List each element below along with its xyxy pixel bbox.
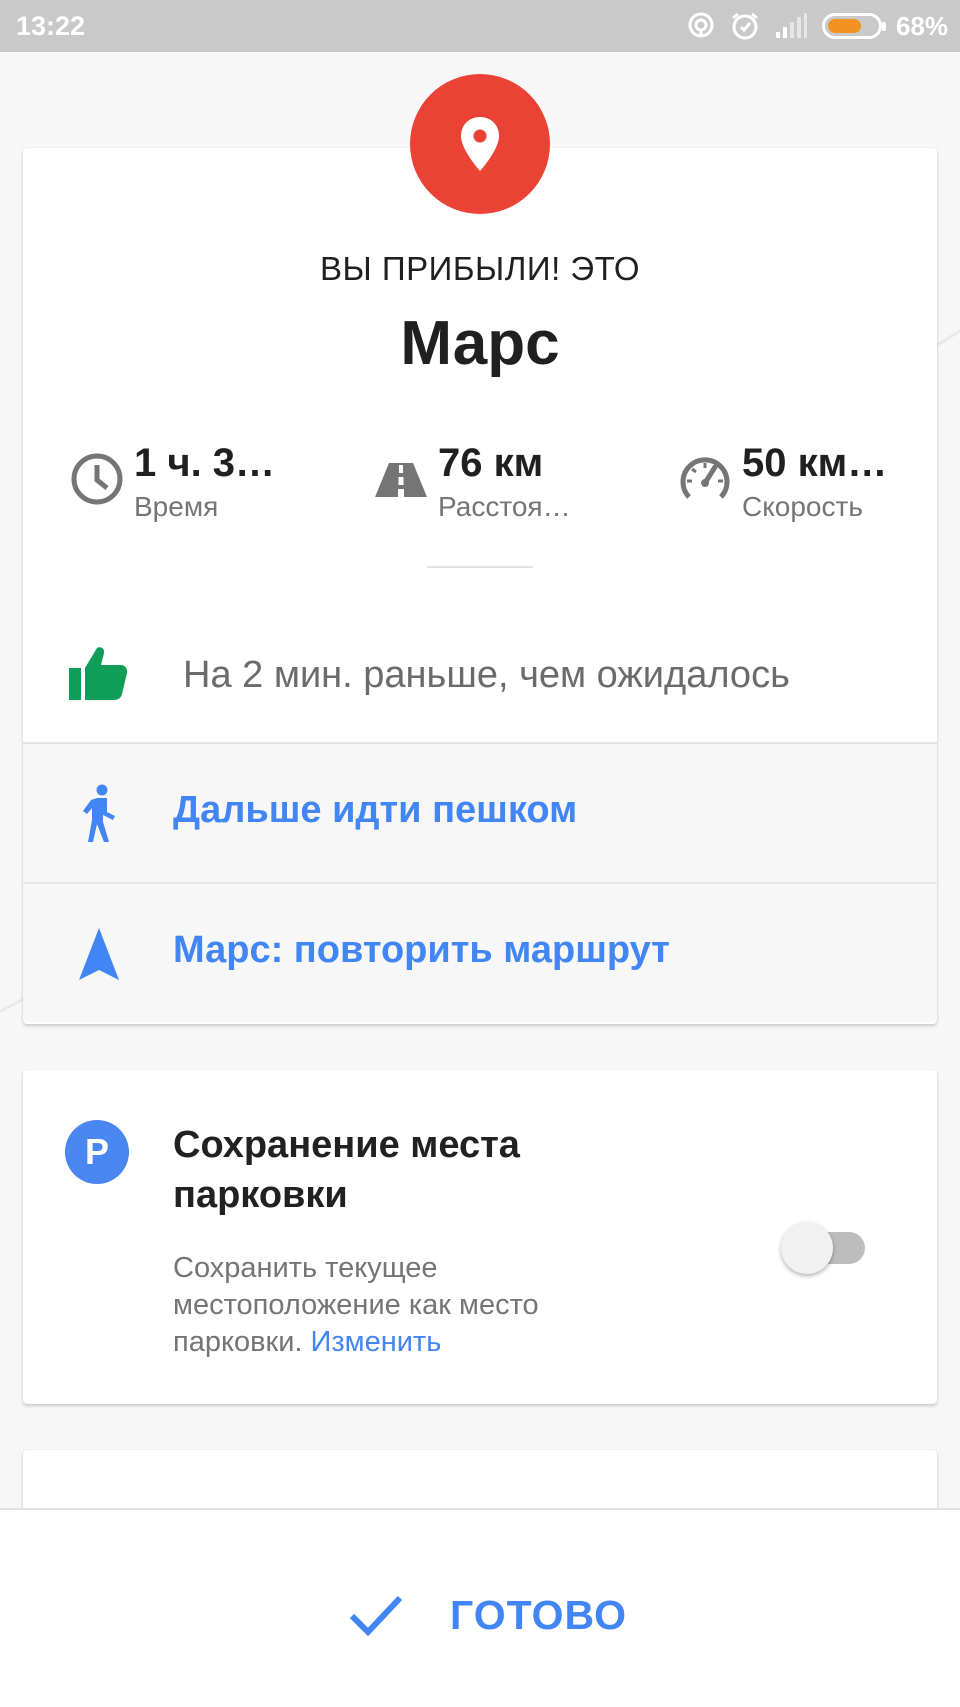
walking-icon <box>83 784 115 842</box>
toggle-knob <box>781 1222 833 1274</box>
signal-icon <box>775 13 807 38</box>
parking-title: Сохранение места парковки <box>173 1124 520 1216</box>
stat-value: 1 ч. 3… <box>134 441 276 485</box>
battery-icon <box>821 13 886 39</box>
road-icon <box>375 463 427 497</box>
walk-further-label: Дальше идти пешком <box>173 789 578 831</box>
stat-value: 50 км… <box>742 441 888 485</box>
alarm-icon <box>732 12 758 40</box>
battery-fill <box>827 19 861 33</box>
divider <box>427 566 533 568</box>
stat-label: Время <box>134 491 219 522</box>
hotspot-icon <box>688 12 714 38</box>
repeat-route-button[interactable]: Марс: повторить маршрут <box>23 882 937 1022</box>
arrived-header: ВЫ ПРИБЫЛИ! ЭТО <box>320 250 640 287</box>
parking-icon: P <box>65 1120 129 1184</box>
arrival-card: ВЫ ПРИБЫЛИ! ЭТО Марс 1 ч. 3… Время 76 км… <box>23 148 937 1024</box>
parking-card: P Сохранение места парковки Сохранить те… <box>23 1070 937 1404</box>
stat-label: Расстоя… <box>438 491 571 522</box>
destination-name: Марс <box>400 309 560 378</box>
parking-toggle[interactable] <box>781 1220 871 1276</box>
repeat-route-label: Марс: повторить маршрут <box>173 929 670 971</box>
stat-value: 76 км <box>438 441 544 485</box>
bottom-bar: ГОТОВО <box>0 1508 960 1707</box>
clock-icon <box>71 453 123 505</box>
status-time: 13:22 <box>16 11 86 41</box>
parking-description: Сохранить текущее местоположение как мес… <box>173 1250 603 1361</box>
walk-further-button[interactable]: Дальше идти пешком <box>23 742 937 882</box>
parking-change-link[interactable]: Изменить <box>311 1326 442 1358</box>
early-arrival-row: На 2 мин. раньше, чем ожидалось <box>23 620 937 730</box>
status-bar: 13:22 68% <box>0 0 960 52</box>
location-pin-icon <box>461 117 499 171</box>
done-label: ГОТОВО <box>450 1591 627 1638</box>
stat-label: Скорость <box>742 491 863 522</box>
done-button[interactable]: ГОТОВО <box>348 1570 627 1660</box>
early-arrival-text: На 2 мин. раньше, чем ожидалось <box>183 654 790 696</box>
navigation-arrow-icon <box>79 928 119 980</box>
checkmark-icon <box>349 1595 403 1637</box>
thumbs-up-icon <box>69 647 128 700</box>
speedometer-icon <box>680 457 730 499</box>
battery-percent: 68% <box>895 10 948 41</box>
destination-pin-badge <box>410 74 550 214</box>
